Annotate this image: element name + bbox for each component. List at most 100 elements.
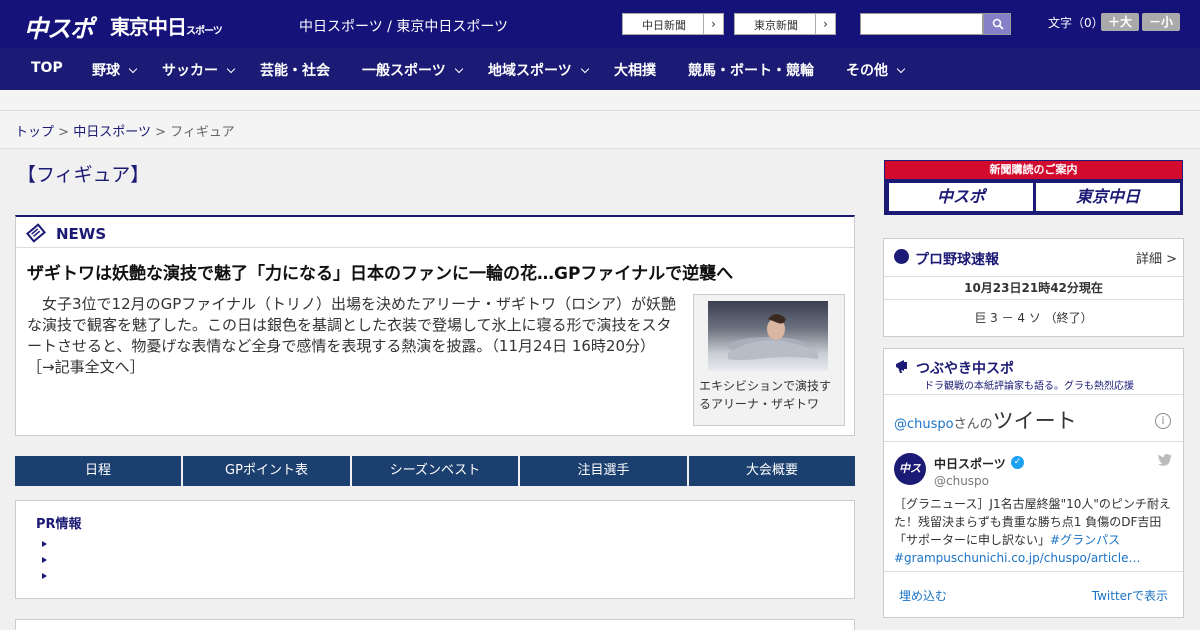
embed-link[interactable]: 埋め込む [899,587,947,604]
font-size-label: 文字（0） [1048,16,1104,30]
nav-item-local-sports[interactable]: 地域スポーツ [488,60,589,80]
tab-gp-points[interactable]: GPポイント表 [183,456,350,486]
news-section-label: NEWS [56,225,107,243]
nav-label: 競馬・ボート・競輪 [688,63,814,79]
baseball-timestamp: 10月23日21時42分現在 [884,276,1183,300]
nav-item-entertainment[interactable]: 芸能・社会 [260,60,330,80]
subscribe-banner-label: 新聞購読のご案内 [885,161,1182,179]
chevron-down-icon [226,64,236,74]
tweet-text: ［グラニュース］J1名古屋終盤"10人"のピンチ耐えた！残留決まらずも貴重な勝ち… [894,495,1179,567]
breadcrumb: トップ > 中日スポーツ > フィギュア [0,111,1200,149]
tab-event-overview[interactable]: 大会概要 [689,456,855,486]
news-photo-card[interactable]: エキシビションで演技するアリーナ・ザギトワ [693,294,845,426]
tweets-handle-suffix: さんの [953,417,993,432]
paper-link-label: 東京新聞 [754,19,798,32]
nav-item-top[interactable]: TOP [31,60,63,76]
twitter-bird-icon[interactable] [1157,453,1173,467]
nav-label: TOP [31,60,63,76]
tweets-box: つぶやき中スポ ドラ観戦の本紙評論家も語る。グラも熱烈応援 @chuspoさんの… [883,348,1184,618]
news-header: NEWS [16,217,854,248]
tweets-widget-title: @chuspoさんのツイート [894,405,1077,435]
tokyo-shimbun-link[interactable]: 東京新聞 › [734,13,836,35]
nav-item-other[interactable]: その他 [846,60,906,80]
pr-title: PR情報 [36,517,82,532]
info-icon[interactable]: i [1155,413,1171,429]
search-button[interactable] [983,13,1011,35]
nav-item-racing[interactable]: 競馬・ボート・競輪 [688,60,814,80]
pr-bullet-icon [42,557,47,563]
nav-label: 芸能・社会 [260,63,330,79]
tokyo-logo-text: 東京中日 [110,15,187,39]
subscribe-tokyo-chunichi[interactable]: 東京中日 [1036,183,1180,211]
baseball-title: プロ野球速報 [915,252,999,268]
paper-link-label: 中日新聞 [642,19,686,32]
font-larger-button[interactable]: ＋大 [1101,13,1139,31]
baseball-score[interactable]: 巨 3 － 4 ソ （終了） [884,309,1183,326]
top-header: 中スポ 東京中日スポーツ 中日スポーツ / 東京中日スポーツ 中日新聞 › 東京… [0,0,1200,48]
figure-tabs: 日程 GPポイント表 シーズンベスト 注目選手 大会概要 [15,456,855,486]
nav-label: その他 [846,63,888,79]
nav-item-soccer[interactable]: サッカー [162,60,236,80]
baseball-scores-box: プロ野球速報 詳細 > 10月23日21時42分現在 巨 3 － 4 ソ （終了… [883,238,1184,337]
breadcrumb-chunichi-sports[interactable]: 中日スポーツ [73,125,151,140]
subscribe-chuspo[interactable]: 中スポ [889,183,1033,211]
chunichi-shimbun-link[interactable]: 中日新聞 › [622,13,724,35]
breadcrumb-current: フィギュア [170,125,235,140]
chevron-down-icon [580,64,589,74]
pr-bullet-icon [42,573,47,579]
font-smaller-button[interactable]: －小 [1142,13,1180,31]
tweet-account-name[interactable]: 中日スポーツ [934,455,1006,472]
tab-featured-skaters[interactable]: 注目選手 [520,456,687,486]
site-name: 中日スポーツ / 東京中日スポーツ [299,19,509,35]
news-body: 女子3位で12月のGPファイナル（トリノ）出場を決めたアリーナ・ザギトワ（ロシア… [27,294,685,378]
avatar[interactable]: 中スポ [894,453,926,507]
skater-photo [708,301,828,371]
tab-season-best[interactable]: シーズンベスト [352,456,518,486]
news-headline[interactable]: ザギトワは妖艶な演技で魅了「力になる」日本のファンに一輪の花…GPファイナルで逆… [27,259,847,284]
tweets-word: ツイート [992,409,1077,433]
search-icon [992,18,1004,30]
tweets-handle-link[interactable]: @chuspo [894,417,954,432]
tweets-footer: 埋め込む Twitterで表示 [884,571,1183,617]
tweets-subtitle: ドラ観戦の本紙評論家も語る。グラも熱烈応援 [924,381,1134,392]
next-section-box [15,619,855,630]
nav-label: サッカー [162,63,218,79]
tweet-account-handle[interactable]: @chuspo [934,474,989,488]
tokyo-chunichi-logo[interactable]: 東京中日スポーツ [110,11,223,40]
main-nav: TOP 野球 サッカー 芸能・社会 一般スポーツ 地域スポーツ 大相撲 競馬・ボ… [0,48,1200,90]
chuspo-logo[interactable]: 中スポ [24,9,94,44]
breadcrumb-top[interactable]: トップ [15,125,54,140]
nav-label: 一般スポーツ [362,63,446,79]
nav-spacer [0,90,1200,111]
tweets-title: つぶやき中スポ [916,361,1014,377]
divider [884,441,1183,442]
tweet-hashtag[interactable]: #グランパス [1050,533,1120,547]
photo-caption: エキシビションで演技するアリーナ・ザギトワ [699,379,832,411]
nav-item-baseball[interactable]: 野球 [92,60,138,80]
baseball-detail-link[interactable]: 詳細 > [1136,248,1177,267]
tweets-header: つぶやき中スポ ドラ観戦の本紙評論家も語る。グラも熱烈応援 [884,349,1183,395]
subscribe-banner[interactable]: 新聞購読のご案内 中スポ 東京中日 [884,160,1183,215]
pr-bullet-icon [42,541,47,547]
tweet-link[interactable]: #grampuschunichi.co.jp/chuspo/article… [894,551,1140,565]
nav-item-sumo[interactable]: 大相撲 [614,60,656,80]
breadcrumb-separator: > [155,125,166,140]
chevron-down-icon [896,64,906,74]
tweet-body: ［グラニュース］J1名古屋終盤"10人"のピンチ耐えた！残留決まらずも貴重な勝ち… [894,497,1171,547]
news-box: NEWS ザギトワは妖艶な演技で魅了「力になる」日本のファンに一輪の花…GPファ… [15,215,855,436]
verified-badge-icon: ✓ [1011,456,1024,469]
breadcrumb-separator: > [58,125,70,140]
chevron-down-icon [128,64,138,74]
news-body-text: 女子3位で12月のGPファイナル（トリノ）出場を決めたアリーナ・ザギトワ（ロシア… [27,295,677,355]
page-title: 【フィギュア】 [17,164,150,186]
chevron-right-icon: › [815,14,835,34]
nav-item-general-sports[interactable]: 一般スポーツ [362,60,463,80]
tab-schedule[interactable]: 日程 [15,456,181,486]
search-input[interactable] [860,13,983,35]
chevron-right-icon: › [703,14,723,34]
tokyo-logo-small: スポーツ [186,26,223,37]
read-more-link[interactable]: ［→記事全文へ］ [27,358,145,376]
baseball-icon [894,249,909,264]
view-on-twitter-link[interactable]: Twitterで表示 [1092,587,1168,604]
nav-label: 野球 [92,63,120,79]
